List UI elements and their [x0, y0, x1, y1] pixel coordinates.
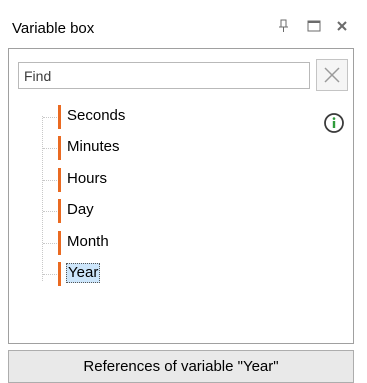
tree-item-label: Minutes	[67, 138, 120, 155]
clear-search-button[interactable]	[316, 59, 348, 91]
tree-guide-line	[42, 116, 43, 281]
tree-item-label: Day	[67, 201, 94, 218]
clear-x-icon	[324, 67, 340, 83]
tree-item-label: Seconds	[67, 107, 126, 124]
window-titlebar: Variable box	[0, 0, 367, 48]
variable-marker	[58, 199, 61, 223]
tree-item-label: Year	[66, 263, 101, 283]
window-title: Variable box	[12, 20, 95, 37]
references-button[interactable]: References of variable "Year"	[8, 350, 354, 383]
info-icon[interactable]	[323, 112, 345, 134]
variable-marker	[58, 136, 61, 160]
pin-icon[interactable]	[276, 18, 292, 34]
variable-marker	[58, 231, 61, 255]
tree-item-label: Month	[67, 233, 109, 250]
variable-panel: Seconds Minutes Hours Day Month Year	[8, 48, 354, 344]
maximize-icon[interactable]	[306, 18, 322, 34]
variable-marker	[58, 168, 61, 192]
tree-item-label: Hours	[67, 170, 108, 187]
variable-marker	[58, 262, 61, 286]
variable-marker	[58, 105, 61, 129]
search-input[interactable]	[18, 62, 310, 89]
close-icon[interactable]	[334, 18, 350, 34]
